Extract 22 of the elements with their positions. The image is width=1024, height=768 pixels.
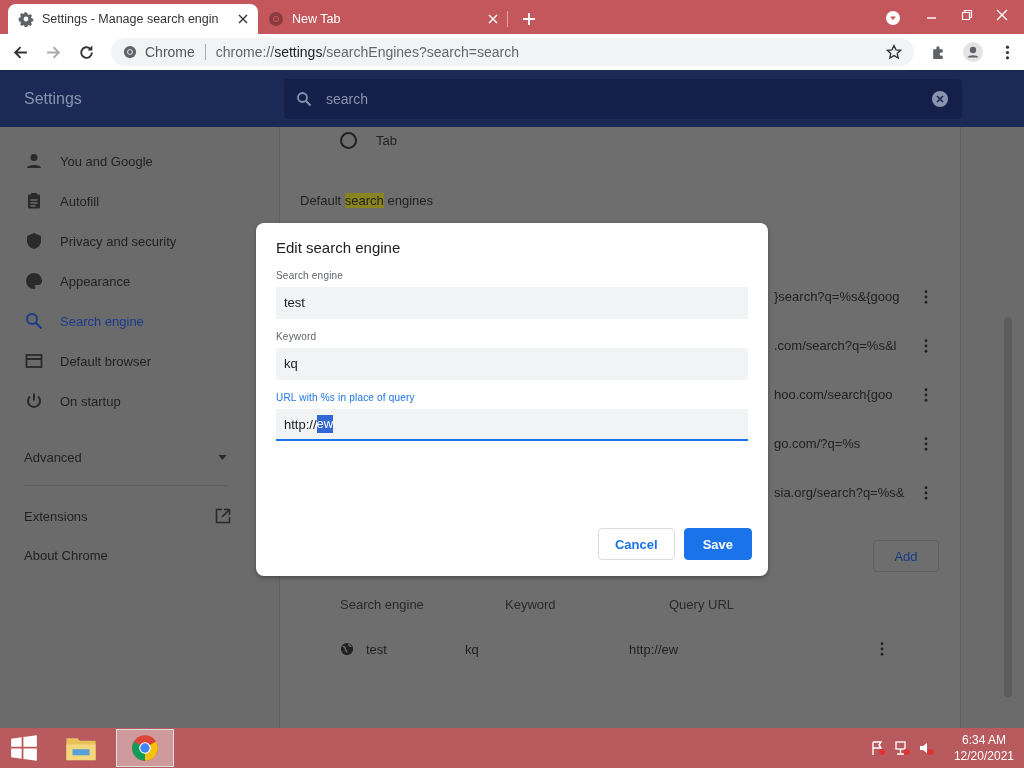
column-header: Search engine xyxy=(339,596,425,612)
dialog-title: Edit search engine xyxy=(276,239,402,256)
url-text: chrome://settings/searchEngines?search=search xyxy=(215,44,519,60)
query-url: .com/search?q=%s&l xyxy=(774,338,898,353)
query-url: go.com/?q=%s xyxy=(774,436,862,451)
query-url: sia.org/search?q=%s& xyxy=(774,485,906,500)
table-cell-text: kq xyxy=(465,641,480,657)
field-label: URL with %s in place of query xyxy=(276,392,416,403)
column-header: Keyword xyxy=(505,596,557,612)
tab-title: New Tab xyxy=(292,12,342,26)
query-url: hoo.com/search{goo xyxy=(774,387,894,402)
table-cell-text: http://ew xyxy=(629,641,680,657)
field-label: Keyword xyxy=(276,331,318,342)
site-label: Chrome xyxy=(145,44,195,60)
section-heading: Default search engines xyxy=(300,193,434,208)
radio-label: Tab xyxy=(376,132,397,148)
table-cell: test xyxy=(366,641,387,657)
tab-title: Settings - Manage search engin xyxy=(42,12,220,26)
settings-title: Settings xyxy=(23,89,83,108)
column-header: Query URL xyxy=(669,596,736,612)
field-label: Search engine xyxy=(276,270,345,281)
query-url: }search?q=%s&{goog xyxy=(774,289,901,304)
